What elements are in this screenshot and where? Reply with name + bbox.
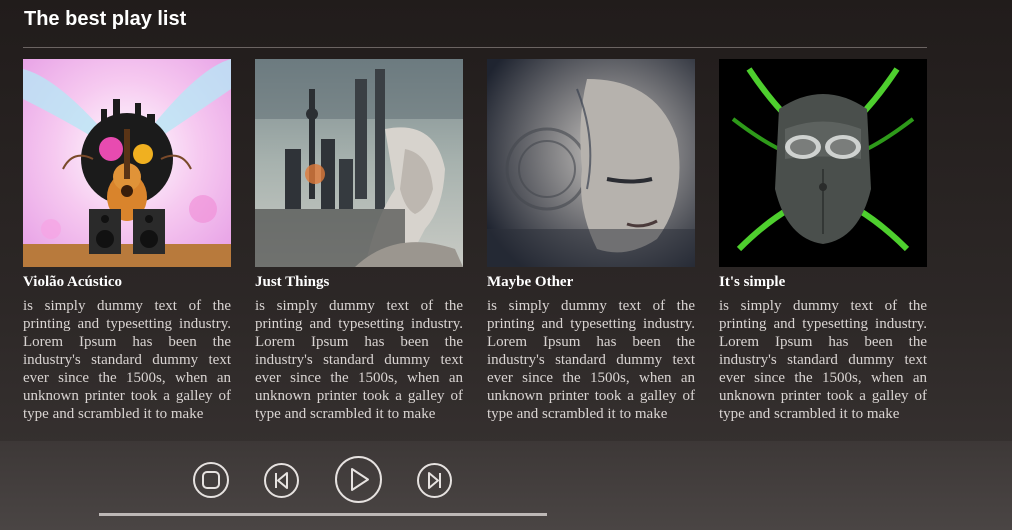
stop-icon[interactable]	[192, 461, 230, 499]
skip-back-icon[interactable]	[263, 462, 300, 499]
playlist-card[interactable]: It's simple is simply dummy text of the …	[719, 59, 927, 423]
album-art-city-woman[interactable]	[255, 59, 463, 267]
skip-forward-icon[interactable]	[416, 462, 453, 499]
card-title[interactable]: Violão Acústico	[23, 274, 231, 291]
progress-bar[interactable]	[99, 513, 547, 516]
card-title[interactable]: It's simple	[719, 274, 927, 291]
album-art-guitar[interactable]	[23, 59, 231, 267]
playlist-card[interactable]: Violão Acústico is simply dummy text of …	[23, 59, 231, 423]
playlist-card[interactable]: Maybe Other is simply dummy text of the …	[487, 59, 695, 423]
page-title: The best play list	[24, 8, 187, 30]
play-icon[interactable]	[334, 455, 383, 504]
album-art-mask[interactable]	[719, 59, 927, 267]
album-art-face[interactable]	[487, 59, 695, 267]
card-description: is simply dummy text of the printing and…	[255, 298, 463, 422]
card-title[interactable]: Maybe Other	[487, 274, 695, 291]
title-divider	[23, 47, 927, 48]
card-description: is simply dummy text of the printing and…	[23, 298, 231, 422]
card-title[interactable]: Just Things	[255, 274, 463, 291]
player-bar	[0, 441, 1012, 530]
playlist-card[interactable]: Just Things is simply dummy text of the …	[255, 59, 463, 423]
card-description: is simply dummy text of the printing and…	[719, 298, 927, 422]
card-description: is simply dummy text of the printing and…	[487, 298, 695, 422]
